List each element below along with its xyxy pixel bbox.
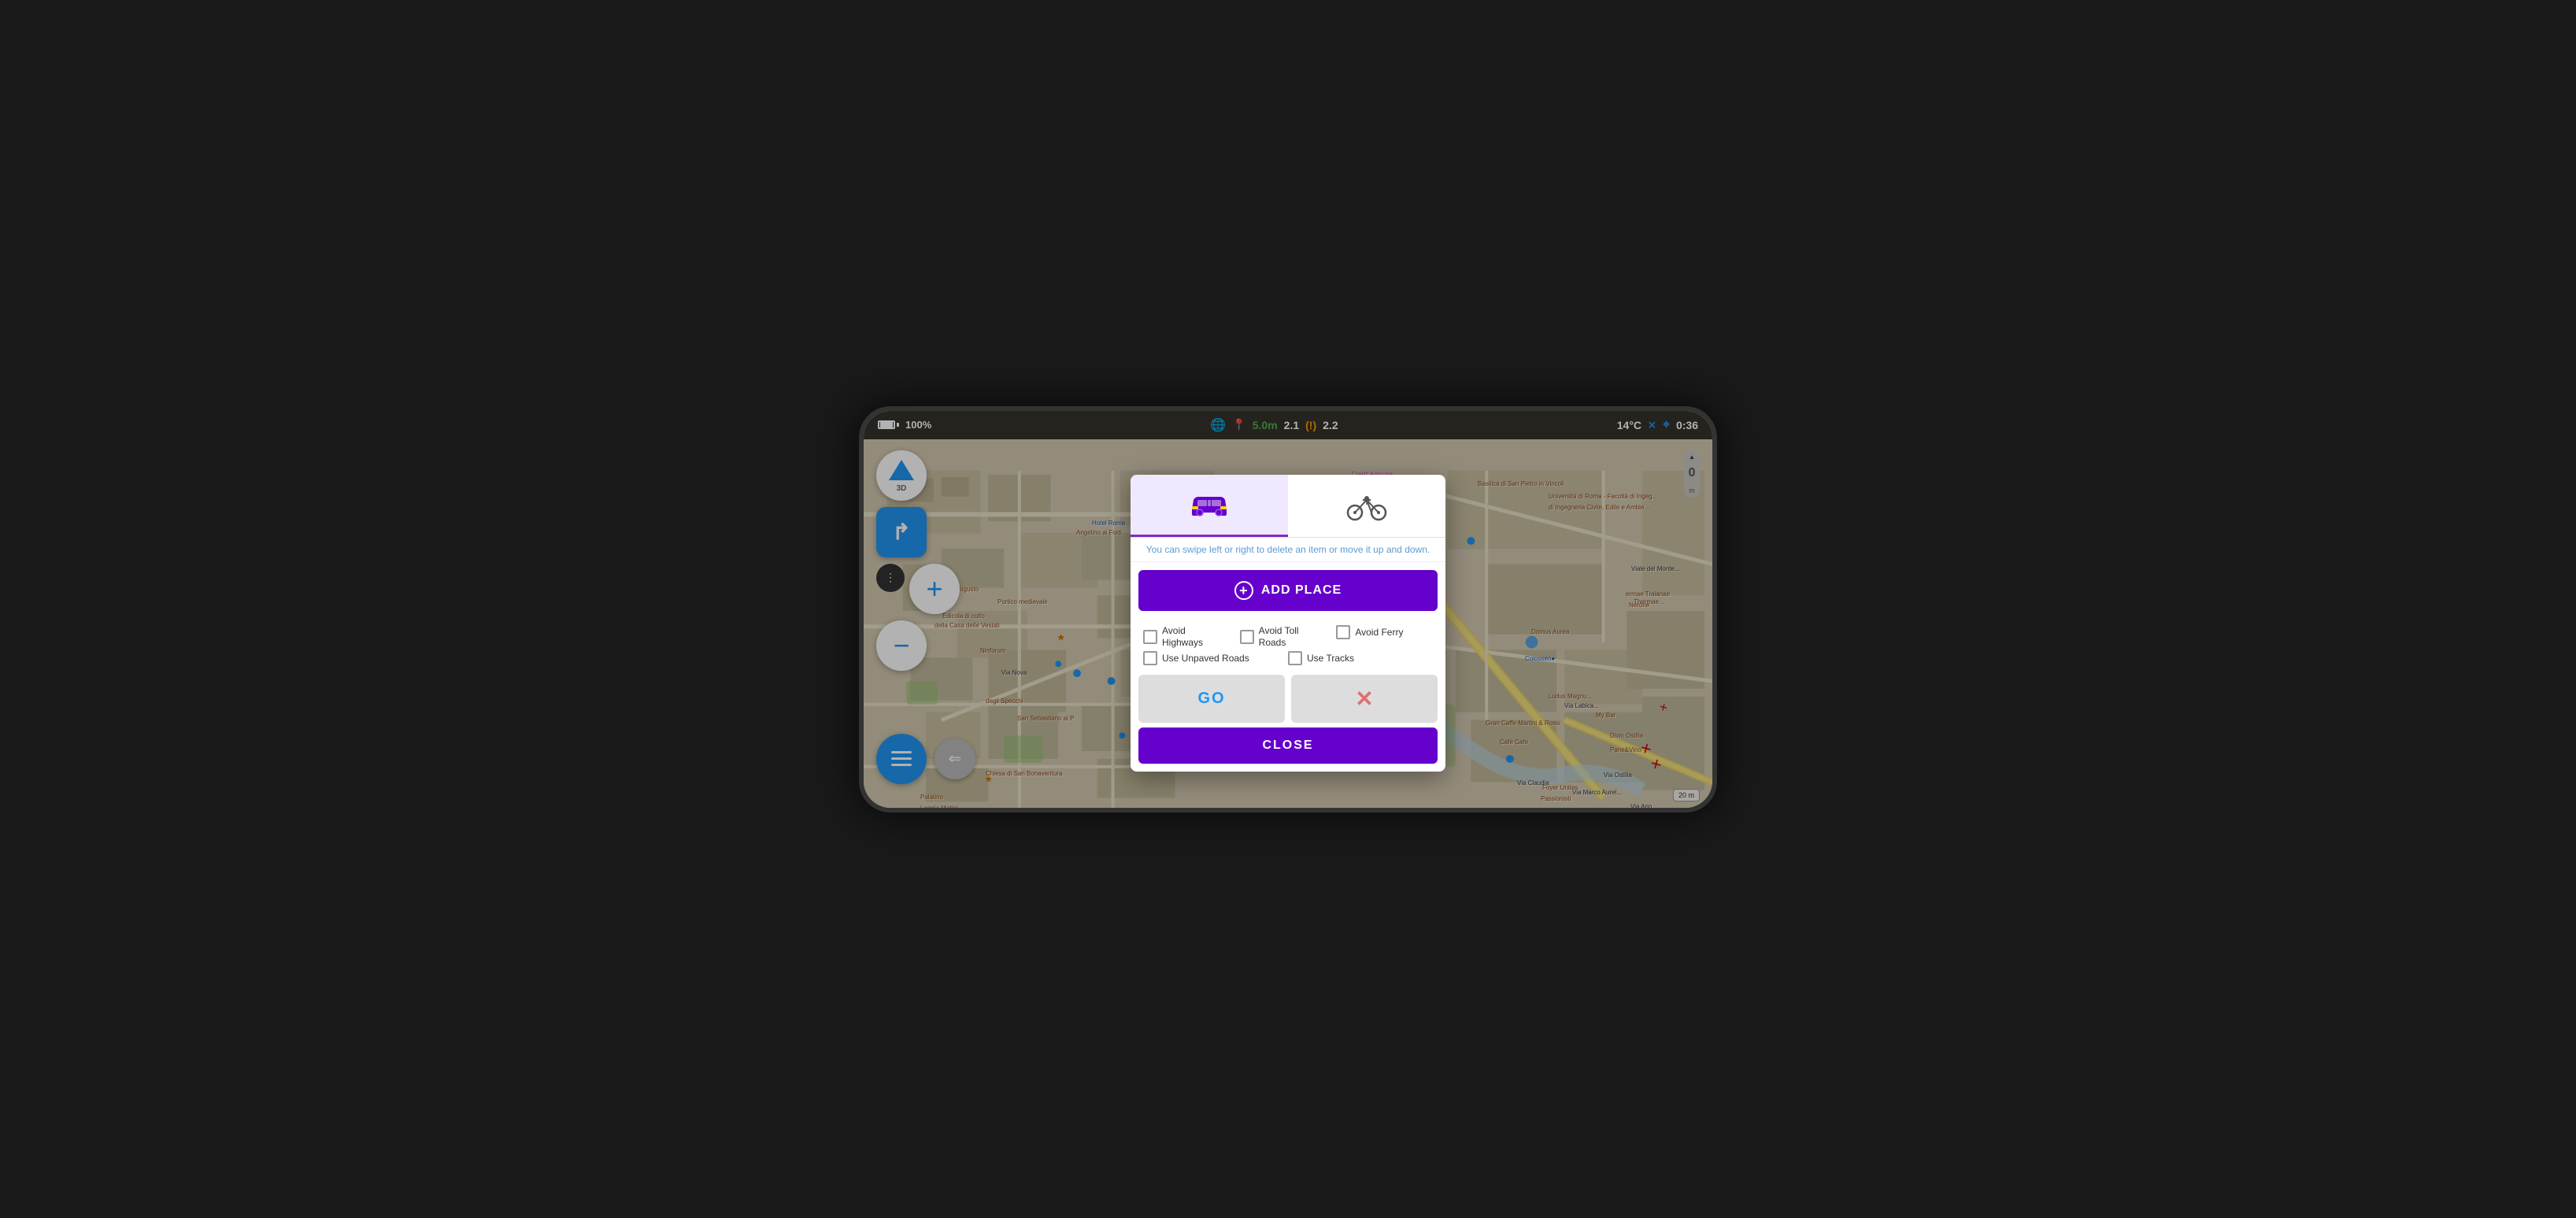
avoid-ferry-label: Avoid Ferry	[1355, 627, 1403, 638]
bicycle-icon	[1343, 491, 1390, 522]
use-tracks-checkbox[interactable]	[1288, 651, 1302, 665]
car-tab[interactable]	[1131, 475, 1288, 537]
unpaved-roads-checkbox[interactable]	[1143, 651, 1157, 665]
cancel-icon: ✕	[1355, 686, 1373, 712]
go-label: GO	[1197, 690, 1225, 707]
avoid-ferry-option: Avoid Ferry	[1336, 625, 1433, 639]
action-buttons: GO ✕	[1138, 675, 1438, 723]
swipe-hint: You can swipe left or right to delete an…	[1131, 538, 1445, 562]
unpaved-roads-option: Use Unpaved Roads	[1143, 651, 1288, 665]
route-options: AvoidHighways Avoid TollRoads Avoid Ferr…	[1131, 619, 1445, 672]
add-place-button[interactable]: + ADD PLACE	[1138, 570, 1438, 611]
plus-circle-icon: +	[1234, 581, 1253, 600]
avoid-toll-checkbox[interactable]	[1240, 630, 1254, 644]
close-button[interactable]: CLOSE	[1138, 727, 1438, 764]
cancel-button[interactable]: ✕	[1291, 675, 1438, 723]
unpaved-roads-label: Use Unpaved Roads	[1162, 653, 1249, 664]
avoid-ferry-checkbox[interactable]	[1336, 625, 1350, 639]
avoid-toll-label: Avoid TollRoads	[1259, 625, 1299, 648]
swipe-hint-text: You can swipe left or right to delete an…	[1146, 544, 1430, 555]
transport-tabs	[1131, 475, 1445, 538]
add-place-label: ADD PLACE	[1261, 583, 1342, 598]
avoid-highways-label: AvoidHighways	[1162, 625, 1203, 648]
avoid-highways-option: AvoidHighways	[1143, 625, 1240, 648]
bicycle-tab[interactable]	[1288, 475, 1445, 537]
route-options-dialog: You can swipe left or right to delete an…	[1131, 475, 1445, 772]
avoid-highways-checkbox[interactable]	[1143, 630, 1157, 644]
use-tracks-label: Use Tracks	[1307, 653, 1354, 664]
car-icon	[1186, 489, 1233, 520]
modal-overlay: You can swipe left or right to delete an…	[864, 411, 1712, 808]
go-button[interactable]: GO	[1138, 675, 1285, 723]
close-label: CLOSE	[1262, 739, 1313, 752]
avoid-toll-option: Avoid TollRoads	[1240, 625, 1337, 648]
phone-frame: 100% 🌐 📍 5.0m 2.1 (!) 2.2 14°C ⨯ ⌖ 0:36	[859, 406, 1717, 813]
use-tracks-option: Use Tracks	[1288, 651, 1433, 665]
